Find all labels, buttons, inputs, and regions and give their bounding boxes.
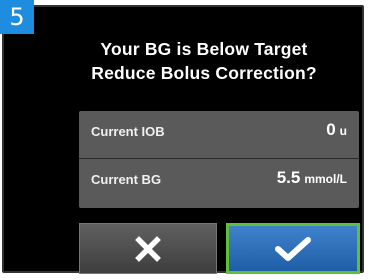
dialog-title-line-2: Reduce Bolus Correction? (91, 63, 317, 83)
pump-screen: Your BG is Below Target Reduce Bolus Cor… (2, 5, 364, 274)
current-iob-row: Current IOB 0u (79, 111, 359, 156)
cancel-button[interactable] (79, 223, 217, 274)
dialog-title-line-1: Your BG is Below Target (100, 39, 308, 59)
step-number-badge: 5 (0, 0, 34, 34)
dialog-title: Your BG is Below Target Reduce Bolus Cor… (54, 37, 354, 85)
current-bg-value-group: 5.5 mmol/L (277, 168, 347, 188)
checkmark-icon (275, 236, 311, 261)
current-bg-value: 5.5 (276, 168, 301, 187)
current-bg-unit: mmol/L (304, 172, 347, 186)
confirm-button[interactable] (226, 223, 360, 274)
current-iob-unit: u (339, 124, 347, 138)
current-bg-row: Current BG 5.5 mmol/L (79, 158, 359, 204)
current-iob-label: Current IOB (91, 124, 165, 139)
current-iob-value-group: 0u (326, 120, 347, 140)
current-iob-value: 0 (326, 120, 336, 139)
info-panel: Current IOB 0u Current BG 5.5 mmol/L (79, 111, 359, 208)
x-icon (135, 235, 161, 262)
current-bg-label: Current BG (91, 172, 162, 187)
